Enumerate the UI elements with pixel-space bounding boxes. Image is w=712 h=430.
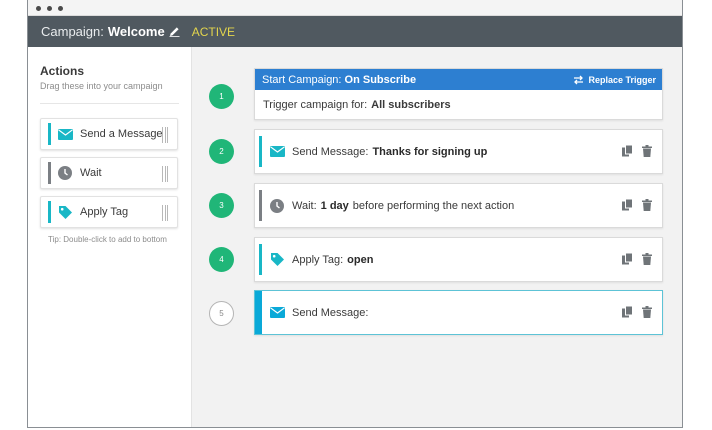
step-number: 4 xyxy=(209,247,234,272)
divider xyxy=(40,103,179,104)
trigger-head-label: Start Campaign: xyxy=(262,73,342,86)
action-wait[interactable]: Wait xyxy=(40,157,178,189)
step-number: 2 xyxy=(209,139,234,164)
step-accent-bar xyxy=(259,190,262,221)
drag-handle[interactable] xyxy=(162,127,168,143)
step-number: 5 xyxy=(209,301,234,326)
step-tools xyxy=(622,306,653,318)
item-accent-bar xyxy=(48,123,51,145)
copy-icon[interactable] xyxy=(622,253,633,265)
drag-handle[interactable] xyxy=(162,166,168,182)
pencil-icon[interactable] xyxy=(169,26,180,37)
replace-trigger-button[interactable]: Replace Trigger xyxy=(573,75,656,85)
step-value: 1 day xyxy=(320,199,349,212)
campaign-name[interactable]: Welcome xyxy=(108,24,165,39)
step-label: Apply Tag: xyxy=(292,253,344,266)
clock-icon xyxy=(57,165,73,181)
envelope-icon xyxy=(269,144,285,160)
window-titlebar xyxy=(28,0,682,16)
step-accent-bar xyxy=(259,244,262,275)
app-window: Campaign: Welcome ACTIVE Actions Drag th… xyxy=(27,0,683,428)
action-send-message[interactable]: Send a Message xyxy=(40,118,178,150)
trash-icon[interactable] xyxy=(642,145,653,157)
swap-icon xyxy=(573,75,584,85)
action-label: Send a Message xyxy=(80,128,163,140)
item-accent-bar xyxy=(48,162,51,184)
envelope-icon xyxy=(269,305,285,321)
trigger-body-label: Trigger campaign for: xyxy=(263,98,368,111)
step-tools xyxy=(622,253,653,265)
copy-icon[interactable] xyxy=(622,199,633,211)
step-label: Wait: xyxy=(292,199,317,212)
tag-icon xyxy=(269,252,285,268)
step-card-wait[interactable]: Wait: 1 day before performing the next a… xyxy=(254,183,663,228)
copy-icon[interactable] xyxy=(622,145,633,157)
step-number: 3 xyxy=(209,193,234,218)
campaign-label: Campaign: xyxy=(41,24,104,39)
replace-trigger-label: Replace Trigger xyxy=(588,74,656,85)
actions-sidebar: Actions Drag these into your campaign Se… xyxy=(28,47,192,427)
drag-handle[interactable] xyxy=(162,205,168,221)
action-apply-tag[interactable]: Apply Tag xyxy=(40,196,178,228)
status-badge: ACTIVE xyxy=(191,24,236,39)
step-card-send-message[interactable]: Send Message: Thanks for signing up xyxy=(254,129,663,174)
trash-icon[interactable] xyxy=(642,199,653,211)
step-value: open xyxy=(347,253,374,266)
sidebar-subtitle: Drag these into your campaign xyxy=(40,81,163,91)
tag-icon xyxy=(57,204,73,220)
step-tools xyxy=(622,145,653,157)
clock-icon xyxy=(269,198,285,214)
step-accent-bar xyxy=(259,136,262,167)
trigger-body: Trigger campaign for: All subscribers xyxy=(255,90,662,119)
step-tools xyxy=(622,199,653,211)
trash-icon[interactable] xyxy=(642,306,653,318)
step-value: Thanks for signing up xyxy=(372,145,488,158)
campaign-header: Campaign: Welcome ACTIVE xyxy=(28,16,682,47)
sidebar-tip: Tip: Double-click to add to bottom xyxy=(48,235,167,244)
window-dot[interactable] xyxy=(47,6,52,11)
trigger-title: Start Campaign: On Subscribe xyxy=(262,74,416,86)
item-accent-bar xyxy=(48,201,51,223)
window-dot[interactable] xyxy=(58,6,63,11)
action-label: Wait xyxy=(80,167,102,179)
step-suffix: before performing the next action xyxy=(352,199,515,212)
step-card-send-message-new[interactable]: Send Message: xyxy=(254,290,663,335)
step-card-apply-tag[interactable]: Apply Tag: open xyxy=(254,237,663,282)
step-label: Send Message: xyxy=(292,306,369,319)
action-label: Apply Tag xyxy=(80,206,129,218)
trash-icon[interactable] xyxy=(642,253,653,265)
window-dot[interactable] xyxy=(36,6,41,11)
trigger-header: Start Campaign: On Subscribe Replace Tri… xyxy=(255,69,662,90)
campaign-flow: 1 Start Campaign: On Subscribe Replace T… xyxy=(192,47,682,427)
trigger-body-value: All subscribers xyxy=(371,98,451,111)
step-label: Send Message: xyxy=(292,145,369,158)
sidebar-title: Actions xyxy=(40,64,85,78)
envelope-icon xyxy=(57,126,73,142)
trigger-card[interactable]: Start Campaign: On Subscribe Replace Tri… xyxy=(254,68,663,120)
step-accent-bar xyxy=(255,291,262,334)
copy-icon[interactable] xyxy=(622,306,633,318)
step-number: 1 xyxy=(209,84,234,109)
trigger-head-value: On Subscribe xyxy=(344,73,417,86)
